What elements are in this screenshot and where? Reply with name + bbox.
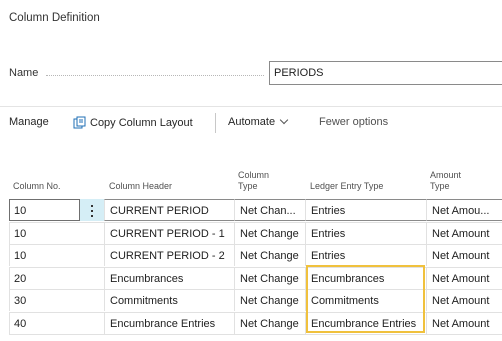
- cell-amount-type[interactable]: Net Amou...: [426, 199, 502, 221]
- cell-ledger-entry-type[interactable]: Entries: [305, 199, 426, 221]
- cell-column-type[interactable]: Net Change: [234, 289, 305, 311]
- ledger-entry-highlight-box: [306, 265, 425, 333]
- cell-column-header[interactable]: CURRENT PERIOD - 1: [104, 222, 234, 244]
- row-actions-cell[interactable]: [80, 244, 104, 266]
- table-bottom-border: [9, 334, 502, 335]
- cell-column-header[interactable]: CURRENT PERIOD - 2: [104, 244, 234, 266]
- column-header-amount-type[interactable]: Amount Type: [430, 170, 461, 192]
- page-title: Column Definition: [9, 12, 100, 24]
- cell-column-no[interactable]: 10: [9, 199, 80, 221]
- table-row[interactable]: 10 CURRENT PERIOD - 1 Net Change Entries…: [0, 222, 502, 244]
- action-divider: [215, 113, 216, 133]
- row-actions-cell[interactable]: [80, 222, 104, 244]
- automate-label: Automate: [228, 116, 276, 128]
- copy-column-layout-button[interactable]: Copy Column Layout: [73, 116, 193, 129]
- cell-column-header[interactable]: Encumbrances: [104, 267, 234, 289]
- action-bar: Manage Copy Column Layout Automate Fewer…: [0, 112, 502, 136]
- cell-amount-type[interactable]: Net Amount: [426, 312, 502, 334]
- cell-column-header[interactable]: CURRENT PERIOD: [104, 199, 234, 221]
- fewer-options-button[interactable]: Fewer options: [319, 116, 388, 128]
- cell-column-no[interactable]: 20: [9, 267, 80, 289]
- name-input[interactable]: [269, 61, 502, 85]
- cell-amount-type[interactable]: Net Amount: [426, 289, 502, 311]
- cell-amount-type[interactable]: Net Amount: [426, 267, 502, 289]
- column-type-line-2: Type: [238, 181, 258, 191]
- copy-layout-icon: [73, 116, 86, 129]
- cell-column-header[interactable]: Encumbrance Entries: [104, 312, 234, 334]
- table-row[interactable]: 30 Commitments Net Change Commitments Ne…: [0, 289, 502, 311]
- cell-column-header[interactable]: Commitments: [104, 289, 234, 311]
- name-label: Name: [9, 67, 39, 79]
- column-header-column-no[interactable]: Column No.: [13, 181, 61, 192]
- more-vertical-icon: [91, 205, 93, 217]
- cell-column-type[interactable]: Net Chan...: [234, 199, 305, 221]
- cell-column-type[interactable]: Net Change: [234, 244, 305, 266]
- cell-column-no[interactable]: 10: [9, 222, 80, 244]
- cell-column-no[interactable]: 30: [9, 289, 80, 311]
- column-header-column-type[interactable]: Column Type: [238, 170, 269, 192]
- header-divider: [0, 106, 502, 107]
- table-row[interactable]: 40 Encumbrance Entries Net Change Encumb…: [0, 312, 502, 334]
- cell-column-type[interactable]: Net Change: [234, 312, 305, 334]
- table-row[interactable]: 10 CURRENT PERIOD - 2 Net Change Entries…: [0, 244, 502, 266]
- amount-type-line-2: Type: [430, 181, 450, 191]
- column-header-column-header[interactable]: Column Header: [109, 181, 172, 192]
- copy-column-layout-label: Copy Column Layout: [90, 116, 193, 129]
- table-row[interactable]: 10 CURRENT PERIOD Net Chan... Entries Ne…: [0, 199, 502, 221]
- manage-menu[interactable]: Manage: [9, 116, 49, 128]
- cell-column-type[interactable]: Net Change: [234, 267, 305, 289]
- cell-column-no[interactable]: 40: [9, 312, 80, 334]
- cell-amount-type[interactable]: Net Amount: [426, 244, 502, 266]
- name-leader-dots: [46, 75, 264, 76]
- cell-ledger-entry-type[interactable]: Entries: [305, 244, 426, 266]
- cell-amount-type[interactable]: Net Amount: [426, 222, 502, 244]
- name-field-row: Name: [0, 58, 502, 88]
- row-actions-cell[interactable]: [80, 267, 104, 289]
- row-actions-button[interactable]: [80, 199, 104, 221]
- amount-type-line-1: Amount: [430, 170, 462, 180]
- row-actions-cell[interactable]: [80, 312, 104, 334]
- row-actions-cell[interactable]: [80, 289, 104, 311]
- table-row[interactable]: 20 Encumbrances Net Change Encumbrances …: [0, 267, 502, 289]
- automate-menu[interactable]: Automate: [228, 115, 289, 128]
- column-type-line-1: Column: [238, 170, 270, 180]
- column-header-ledger-entry-type[interactable]: Ledger Entry Type: [310, 181, 383, 192]
- cell-column-no[interactable]: 10: [9, 244, 80, 266]
- cell-column-type[interactable]: Net Change: [234, 222, 305, 244]
- chevron-down-icon: [279, 115, 289, 125]
- cell-ledger-entry-type[interactable]: Entries: [305, 222, 426, 244]
